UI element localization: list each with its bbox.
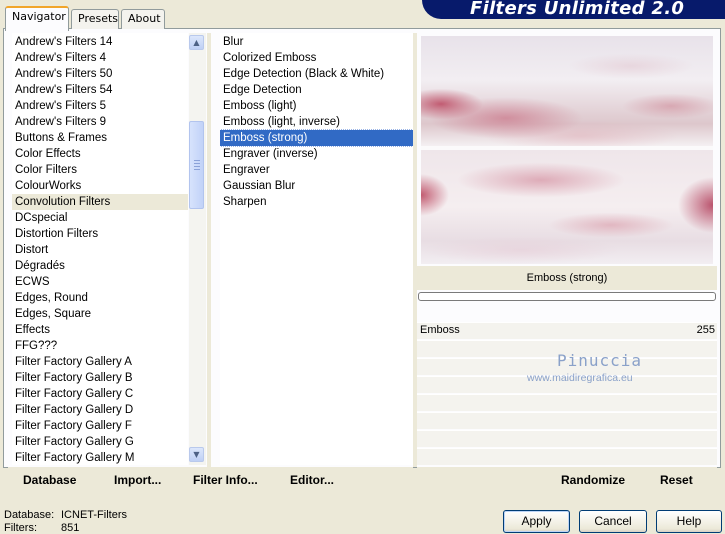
category-item[interactable]: Filter Factory Gallery B bbox=[12, 370, 188, 386]
watermark-name: Pinuccia bbox=[557, 351, 643, 370]
filters-count-value: 851 bbox=[61, 522, 80, 534]
category-item[interactable]: Andrew's Filters 4 bbox=[12, 50, 188, 66]
slider-empty bbox=[417, 394, 717, 411]
tab-about[interactable]: About bbox=[121, 9, 165, 29]
filter-info-button[interactable]: Filter Info... bbox=[193, 473, 258, 487]
filter-item[interactable]: Emboss (light) bbox=[220, 98, 413, 114]
selected-filter-name: Emboss (strong) bbox=[417, 266, 717, 290]
preview-original bbox=[421, 36, 713, 146]
randomize-button[interactable]: Randomize bbox=[561, 473, 625, 487]
slider-empty bbox=[417, 448, 717, 465]
progress-bar bbox=[418, 292, 716, 301]
category-item[interactable]: Dégradés bbox=[12, 258, 188, 274]
filter-item[interactable]: Edge Detection (Black & White) bbox=[220, 66, 413, 82]
category-item[interactable]: Buttons & Frames bbox=[12, 130, 188, 146]
preview-image bbox=[421, 36, 713, 264]
category-item[interactable]: Color Filters bbox=[12, 162, 188, 178]
filter-item[interactable]: Gaussian Blur bbox=[220, 178, 413, 194]
help-button[interactable]: Help bbox=[656, 510, 722, 533]
editor-button[interactable]: Editor... bbox=[290, 473, 334, 487]
filter-item[interactable]: Emboss (strong) bbox=[220, 129, 413, 147]
scroll-down-icon[interactable]: ▼ bbox=[189, 447, 204, 462]
apply-button[interactable]: Apply bbox=[503, 510, 570, 533]
filter-list[interactable]: Blur Colorized Emboss Edge Detection (Blac… bbox=[220, 33, 413, 465]
category-item[interactable]: Color Effects bbox=[12, 146, 188, 162]
category-item[interactable]: ECWS bbox=[12, 274, 188, 290]
category-item[interactable]: Andrew's Filters 54 bbox=[12, 82, 188, 98]
category-item[interactable]: Effects bbox=[12, 322, 188, 338]
database-button[interactable]: Database bbox=[23, 473, 76, 487]
category-item[interactable]: Filter Factory Gallery G bbox=[12, 434, 188, 450]
category-item[interactable]: Filter Factory Gallery F bbox=[12, 418, 188, 434]
filter-item[interactable]: Emboss (light, inverse) bbox=[220, 114, 413, 130]
reset-button[interactable]: Reset bbox=[660, 473, 693, 487]
filter-item[interactable]: Engraver (inverse) bbox=[220, 146, 413, 162]
slider-empty bbox=[417, 412, 717, 429]
slider-emboss[interactable]: Emboss 255 bbox=[417, 322, 717, 339]
filter-item[interactable]: Engraver bbox=[220, 162, 413, 178]
category-item[interactable]: Filter Factory Gallery C bbox=[12, 386, 188, 402]
category-scrollbar[interactable]: ▲ ▼ bbox=[189, 33, 206, 465]
filter-item[interactable]: Colorized Emboss bbox=[220, 50, 413, 66]
app-title: Filters Unlimited 2.0 bbox=[470, 0, 685, 19]
filters-count-label: Filters: bbox=[4, 522, 37, 534]
category-item[interactable]: Edges, Round bbox=[12, 290, 188, 306]
filter-item[interactable]: Edge Detection bbox=[220, 82, 413, 98]
category-item[interactable]: Andrew's Filters 5 bbox=[12, 98, 188, 114]
category-item[interactable]: Distort bbox=[12, 242, 188, 258]
cancel-button[interactable]: Cancel bbox=[579, 510, 647, 533]
tab-navigator[interactable]: Navigator bbox=[5, 6, 69, 31]
category-item[interactable]: Filter Factory Gallery A bbox=[12, 354, 188, 370]
category-item[interactable]: Andrew's Filters 50 bbox=[12, 66, 188, 82]
slider-label: Emboss bbox=[420, 324, 460, 336]
slider-value: 255 bbox=[696, 324, 715, 336]
category-item[interactable]: Convolution Filters bbox=[12, 194, 188, 210]
category-item[interactable]: Andrew's Filters 9 bbox=[12, 114, 188, 130]
scroll-thumb[interactable] bbox=[189, 121, 204, 209]
category-item[interactable]: Filter Factory Gallery M bbox=[12, 450, 188, 465]
category-item[interactable]: Andrew's Filters 14 bbox=[12, 34, 188, 50]
category-item[interactable]: Filter Factory Gallery D bbox=[12, 402, 188, 418]
category-item[interactable]: ColourWorks bbox=[12, 178, 188, 194]
scroll-up-icon[interactable]: ▲ bbox=[189, 35, 204, 50]
preview-filtered bbox=[421, 150, 713, 264]
category-item[interactable]: Distortion Filters bbox=[12, 226, 188, 242]
category-list[interactable]: Andrew's Filters 14 Andrew's Filters 4 And… bbox=[12, 33, 188, 465]
category-item[interactable]: DCspecial bbox=[12, 210, 188, 226]
tab-presets[interactable]: Presets bbox=[71, 9, 119, 29]
category-item[interactable]: Edges, Square bbox=[12, 306, 188, 322]
database-label: Database: bbox=[4, 509, 55, 521]
category-item[interactable]: FFG??? bbox=[12, 338, 188, 354]
slider-empty bbox=[417, 430, 717, 447]
filter-item[interactable]: Sharpen bbox=[220, 194, 413, 210]
watermark-url: www.maidiregrafica.eu bbox=[527, 372, 633, 384]
database-value: ICNET-Filters bbox=[61, 509, 127, 521]
filter-item[interactable]: Blur bbox=[220, 34, 413, 50]
import-button[interactable]: Import... bbox=[114, 473, 161, 487]
